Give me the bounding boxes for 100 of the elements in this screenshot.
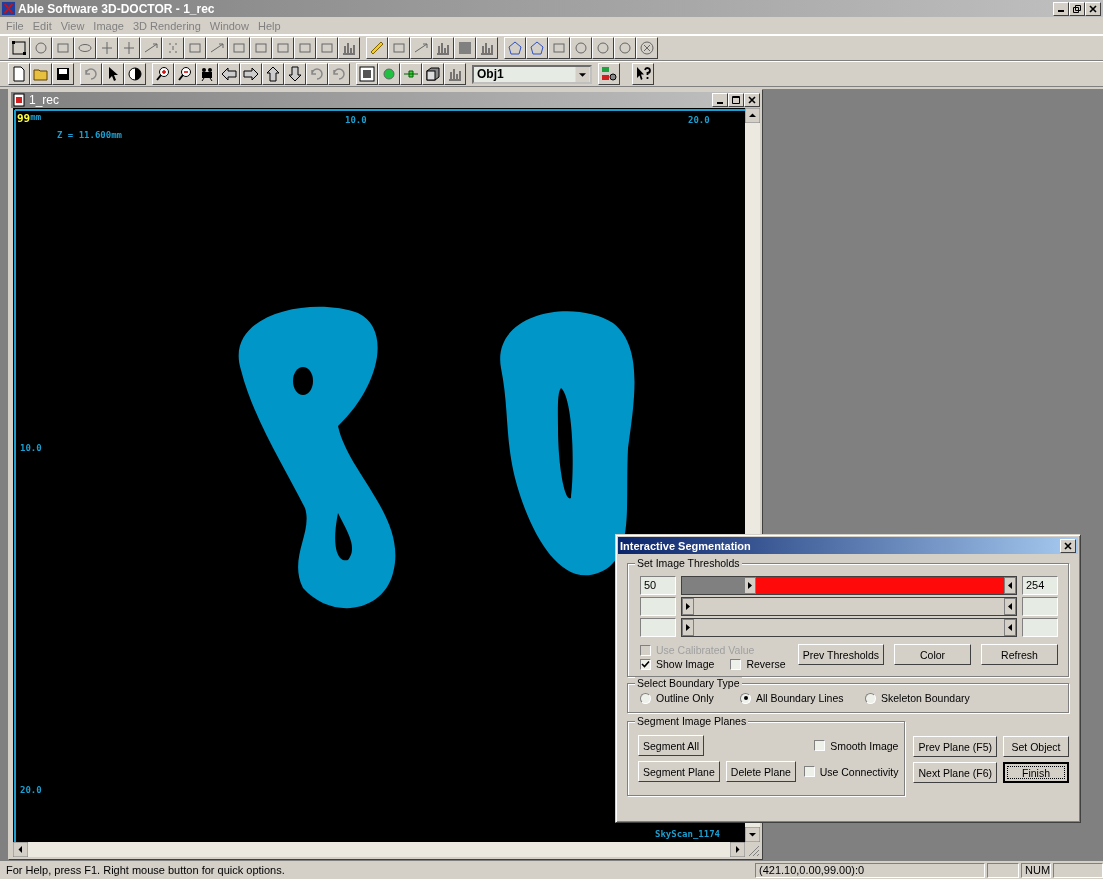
toolbar-button[interactable] [162, 37, 184, 59]
dialog-button[interactable]: Prev Plane (F5) [913, 736, 997, 757]
dialog-button[interactable]: Finish [1003, 762, 1069, 783]
checkbox-label: Show Image [656, 658, 715, 670]
slider-handle[interactable] [682, 598, 694, 615]
dialog-button[interactable]: Set Object [1003, 736, 1069, 757]
close-button[interactable] [1060, 538, 1076, 553]
minimize-button[interactable] [1053, 1, 1069, 16]
threshold-field[interactable] [640, 597, 676, 616]
toolbar-button[interactable] [52, 63, 74, 85]
dialog-button[interactable]: Color [894, 644, 971, 665]
toolbar-button[interactable] [140, 37, 162, 59]
toolbar-button[interactable] [598, 63, 620, 85]
toolbar-button[interactable] [80, 63, 102, 85]
threshold-field[interactable] [1022, 618, 1058, 637]
dialog-title: Interactive Segmentation [620, 539, 752, 552]
toolbar-button[interactable] [592, 37, 614, 59]
toolbar-button[interactable] [454, 37, 476, 59]
toolbar-button[interactable] [400, 63, 422, 85]
checkbox[interactable] [640, 658, 651, 670]
dialog-button[interactable]: Segment Plane [638, 761, 720, 782]
chart-icon [341, 40, 357, 56]
toolbar-button[interactable] [294, 37, 316, 59]
help-button[interactable] [632, 63, 654, 85]
toolbar-button[interactable] [432, 37, 454, 59]
toolbar-button[interactable] [356, 63, 378, 85]
toolbar-button[interactable] [388, 37, 410, 59]
threshold-field[interactable]: 254 [1022, 576, 1058, 595]
toolbar-button[interactable] [218, 63, 240, 85]
toolbar-button[interactable] [30, 63, 52, 85]
restore-button[interactable] [1069, 1, 1085, 16]
scroll-right-icon[interactable] [730, 842, 745, 857]
toolbar-button[interactable] [338, 37, 360, 59]
threshold-field[interactable] [640, 618, 676, 637]
toolbar-button[interactable] [284, 63, 306, 85]
toolbar-button[interactable] [102, 63, 124, 85]
toolbar-button[interactable] [328, 63, 350, 85]
toolbar-button[interactable] [526, 37, 548, 59]
dialog-button[interactable]: Segment All [638, 735, 705, 756]
object-dropdown[interactable]: Obj1 [472, 64, 592, 84]
toolbar-button[interactable] [410, 37, 432, 59]
maximize-button[interactable] [728, 93, 744, 107]
dialog-button[interactable]: Prev Thresholds [797, 644, 884, 665]
scroll-left-icon[interactable] [13, 842, 28, 857]
close-button[interactable] [744, 93, 760, 107]
close-button[interactable] [1085, 1, 1101, 16]
slider-handle[interactable] [682, 619, 694, 636]
toolbar-button[interactable] [272, 37, 294, 59]
checkbox[interactable] [803, 766, 815, 777]
toolbar-button[interactable] [206, 37, 228, 59]
dialog-button[interactable]: Delete Plane [725, 761, 796, 782]
toolbar-button[interactable] [504, 37, 526, 59]
toolbar-button[interactable] [152, 63, 174, 85]
toolbar-button[interactable] [378, 63, 400, 85]
toolbar-button[interactable] [444, 63, 466, 85]
toolbar-button[interactable] [30, 37, 52, 59]
minimize-button[interactable] [712, 93, 728, 107]
toolbar-button[interactable] [476, 37, 498, 59]
horizontal-scrollbar[interactable] [13, 842, 745, 857]
toolbar-button[interactable] [228, 37, 250, 59]
toolbar-button[interactable] [118, 37, 140, 59]
toolbar-button[interactable] [548, 37, 570, 59]
toolbar-button[interactable] [306, 63, 328, 85]
radio-button[interactable] [865, 692, 876, 704]
scroll-up-icon[interactable] [745, 108, 760, 123]
checkbox[interactable] [730, 658, 742, 670]
toolbar-button[interactable] [8, 63, 30, 85]
checkbox[interactable] [814, 740, 826, 751]
toolbar-button[interactable] [316, 37, 338, 59]
ruler-label: 10.0 [20, 443, 42, 453]
slider-handle[interactable] [1004, 598, 1016, 615]
toolbar-button[interactable] [8, 37, 30, 59]
slider-handle[interactable] [744, 577, 756, 594]
dialog-button[interactable]: Refresh [981, 644, 1058, 665]
undo-icon [83, 66, 99, 82]
toolbar-button[interactable] [240, 63, 262, 85]
toolbar-button[interactable] [174, 63, 196, 85]
slice-number: 99 [17, 112, 31, 125]
toolbar-button[interactable] [196, 63, 218, 85]
dialog-button[interactable]: Next Plane (F6) [913, 762, 997, 783]
toolbar-button[interactable] [422, 63, 444, 85]
slider-handle[interactable] [1004, 577, 1016, 594]
slider-handle[interactable] [1004, 619, 1016, 636]
toolbar-button[interactable] [184, 37, 206, 59]
radio-button[interactable] [740, 692, 751, 704]
toolbar-button[interactable] [614, 37, 636, 59]
toolbar-button[interactable] [124, 63, 146, 85]
toolbar-button[interactable] [250, 37, 272, 59]
chart-icon [479, 40, 495, 56]
scroll-down-icon[interactable] [745, 827, 760, 842]
toolbar-button[interactable] [96, 37, 118, 59]
toolbar-button[interactable] [74, 37, 96, 59]
radio-button[interactable] [640, 692, 651, 704]
toolbar-button[interactable] [570, 37, 592, 59]
toolbar-button[interactable] [366, 37, 388, 59]
toolbar-button[interactable] [52, 37, 74, 59]
threshold-field[interactable]: 50 [640, 576, 676, 595]
threshold-field[interactable] [1022, 597, 1058, 616]
toolbar-button[interactable] [262, 63, 284, 85]
toolbar-button[interactable] [636, 37, 658, 59]
